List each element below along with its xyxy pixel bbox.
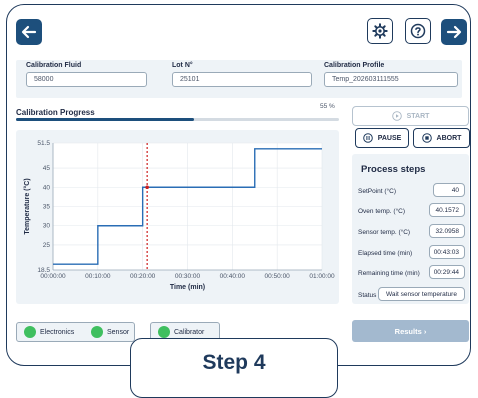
y-tick-label: 40 bbox=[43, 184, 51, 191]
lot-number-label: Lot N° bbox=[172, 62, 193, 69]
y-tick-label: 30 bbox=[43, 223, 51, 230]
pause-label: PAUSE bbox=[377, 134, 402, 142]
arrow-left-icon bbox=[21, 25, 37, 39]
electronics-sensor-indicators: Electronics Sensor bbox=[16, 322, 135, 342]
y-axis-title: Temperature (°C) bbox=[23, 178, 31, 234]
calibration-profile-label: Calibration Profile bbox=[324, 62, 385, 69]
calibration-profile-field[interactable]: Temp_202603111555 bbox=[324, 72, 458, 87]
x-tick-label: 00:50:00 bbox=[265, 273, 291, 280]
elapsed-time-value: 00:43:03 bbox=[429, 245, 465, 259]
pause-icon bbox=[362, 133, 373, 143]
x-tick-label: 00:30:00 bbox=[175, 273, 201, 280]
oven-temp-label: Oven temp. (°C) bbox=[358, 208, 406, 215]
electronics-status-dot bbox=[24, 326, 36, 338]
sensor-label: Sensor bbox=[107, 329, 130, 336]
x-tick-label: 01:00:00 bbox=[309, 273, 335, 280]
process-steps-title: Process steps bbox=[361, 164, 426, 175]
setpoint-label: SetPoint (°C) bbox=[358, 188, 397, 195]
status-label: Status bbox=[358, 292, 377, 299]
status-value: Wait sensor temperature bbox=[378, 287, 465, 301]
settings-button[interactable] bbox=[367, 18, 393, 44]
temperature-chart: 18.5253035404551.500:00:00 00:10:00 00:20:… bbox=[23, 140, 335, 291]
temperature-chart-panel: 18.5 25 30 35 40 45 51.5 00:00:00 00:10:00 00:20:… bbox=[16, 130, 339, 304]
y-tick-label: 35 bbox=[43, 204, 51, 211]
arrow-right-icon bbox=[446, 25, 462, 39]
y-tick-label: 25 bbox=[43, 242, 51, 249]
x-tick-label: 00:20:00 bbox=[130, 273, 156, 280]
start-label: START bbox=[406, 112, 430, 120]
x-tick-label: 00:00:00 bbox=[40, 273, 66, 280]
oven-temp-value: 40.1572 bbox=[429, 203, 465, 217]
process-steps-panel: Process steps SetPoint (°C) 40 Oven temp… bbox=[352, 154, 469, 304]
play-icon bbox=[391, 111, 402, 121]
setpoint-value: 40 bbox=[433, 183, 465, 197]
remaining-time-value: 00:29:44 bbox=[429, 265, 465, 279]
next-button[interactable] bbox=[441, 19, 467, 45]
calibration-progress-fill bbox=[16, 118, 194, 121]
start-button[interactable]: START bbox=[352, 106, 469, 126]
calibration-progress-label: Calibration Progress bbox=[16, 108, 95, 117]
calibration-fluid-label: Calibration Fluid bbox=[26, 62, 82, 69]
step-label: Step 4 bbox=[202, 351, 266, 374]
calibration-fluid-field[interactable]: 58000 bbox=[26, 72, 147, 87]
sensor-temp-label: Sensor temp. (°C) bbox=[358, 229, 411, 236]
x-axis-title: Time (min) bbox=[170, 284, 205, 291]
calibrator-status-dot bbox=[158, 326, 170, 338]
x-tick-label: 00:10:00 bbox=[85, 273, 111, 280]
back-button[interactable] bbox=[16, 19, 42, 45]
results-button[interactable]: Results › bbox=[352, 320, 469, 342]
abort-label: ABORT bbox=[436, 134, 462, 142]
calibration-fields-bar: Calibration Fluid 58000 Lot N° 25101 Cal… bbox=[16, 60, 462, 98]
electronics-label: Electronics bbox=[40, 329, 75, 336]
abort-button[interactable]: ABORT bbox=[413, 128, 470, 148]
stop-icon bbox=[421, 133, 432, 143]
calibration-progress-bar bbox=[16, 118, 339, 121]
current-point-marker bbox=[145, 185, 149, 190]
lot-number-field[interactable]: 25101 bbox=[172, 72, 312, 87]
sensor-status-dot bbox=[91, 326, 103, 338]
calibrator-label: Calibrator bbox=[174, 329, 205, 336]
gear-icon bbox=[372, 23, 388, 39]
pause-button[interactable]: PAUSE bbox=[355, 128, 409, 148]
y-tick-label: 45 bbox=[43, 165, 51, 172]
calibration-progress-percent: 55 % bbox=[320, 103, 335, 110]
question-icon bbox=[410, 23, 426, 39]
elapsed-time-label: Elapsed time (min) bbox=[358, 250, 413, 257]
help-button[interactable] bbox=[405, 18, 431, 44]
x-tick-label: 00:40:00 bbox=[220, 273, 246, 280]
sensor-temp-value: 32.0958 bbox=[429, 224, 465, 238]
y-tick-label: 51.5 bbox=[37, 140, 50, 147]
remaining-time-label: Remaining time (min) bbox=[358, 270, 420, 277]
